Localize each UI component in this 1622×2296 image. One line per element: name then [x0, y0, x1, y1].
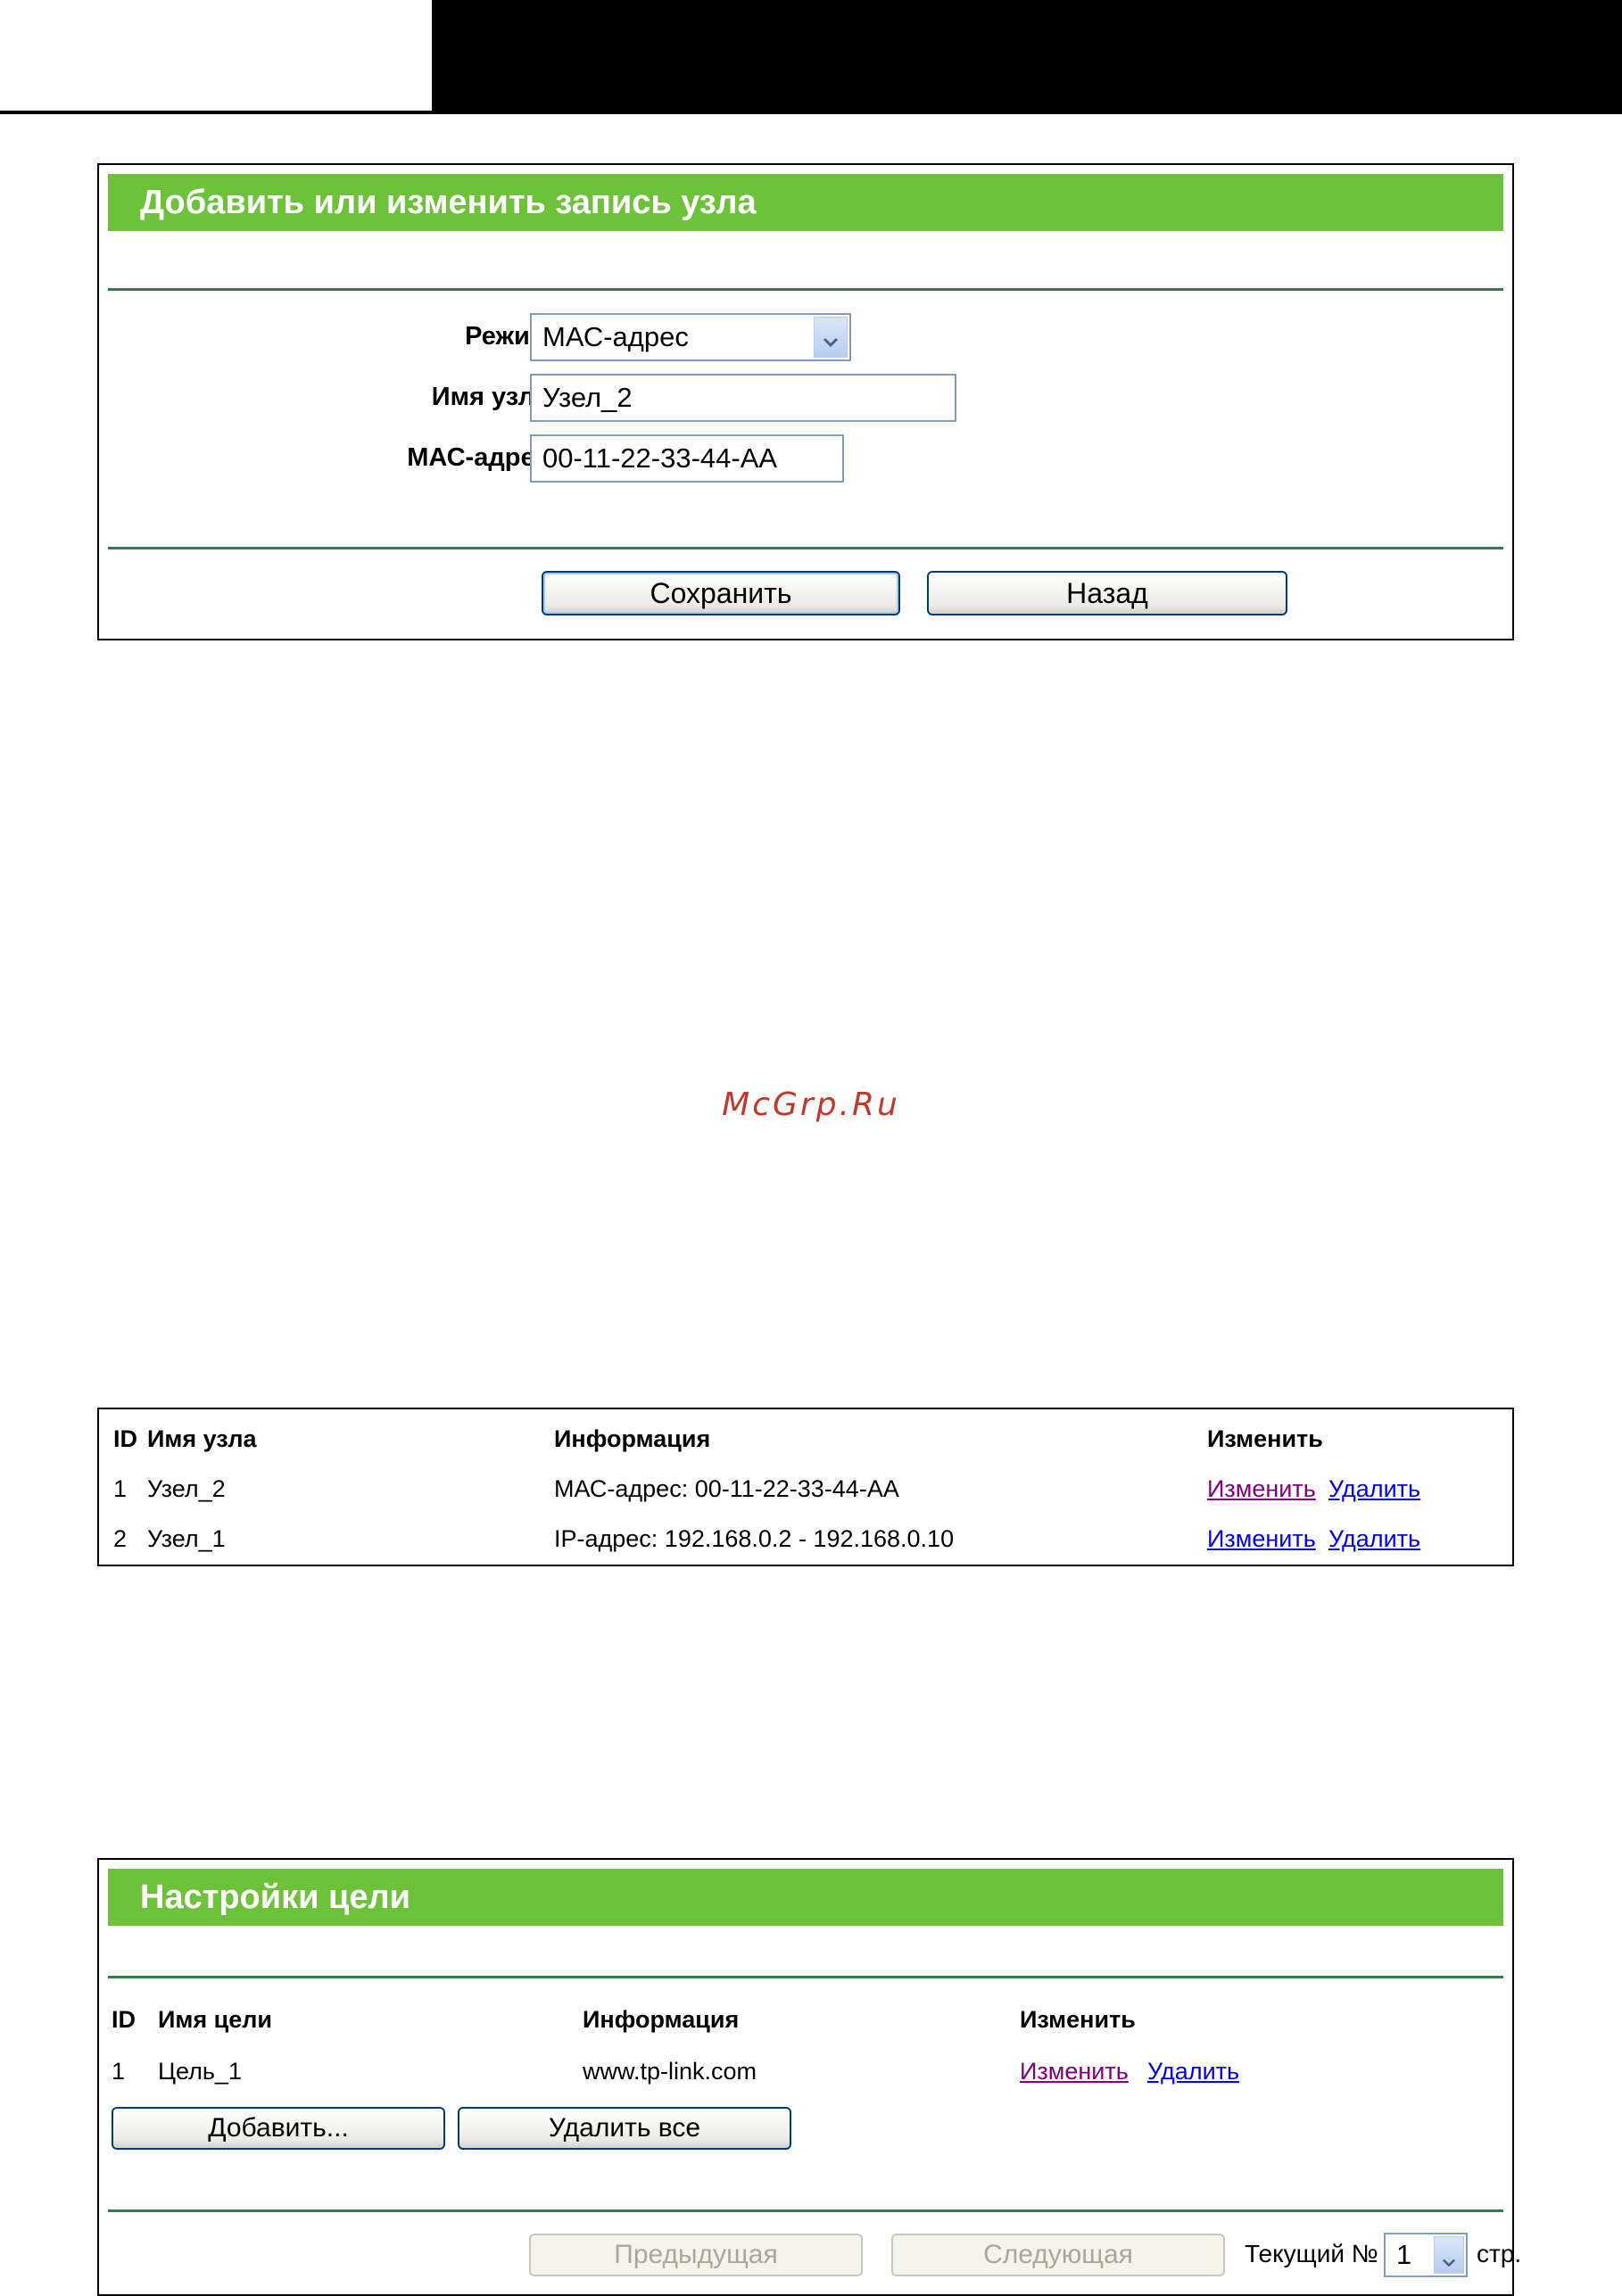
host-name-label: Имя узла: — [431, 383, 558, 411]
mode-select[interactable]: МАС-адрес — [530, 313, 851, 361]
host-entry-panel: Добавить или изменить запись узла Режим:… — [97, 163, 1514, 640]
next-page-button[interactable]: Следующая — [891, 2234, 1225, 2276]
column-header-info: Информация — [583, 2006, 740, 2033]
divider — [108, 288, 1503, 291]
divider — [108, 2209, 1503, 2212]
row-id: 2 — [113, 1525, 128, 1552]
mode-select-value: МАС-адрес — [542, 321, 689, 352]
mac-address-label: МАС-адрес: — [407, 443, 558, 472]
host-name-input[interactable]: Узел_2 — [530, 374, 956, 422]
divider — [108, 547, 1503, 549]
column-header-id: ID — [112, 2006, 136, 2033]
column-header-name: Имя цели — [158, 2006, 272, 2033]
divider — [108, 1976, 1503, 1978]
previous-page-button[interactable]: Предыдущая — [529, 2234, 863, 2276]
delete-link[interactable]: Удалить — [1328, 1525, 1420, 1553]
column-header-modify: Изменить — [1207, 1425, 1323, 1452]
row-info: МАС-адрес: 00-11-22-33-44-АА — [554, 1475, 899, 1502]
save-button[interactable]: Сохранить — [542, 571, 900, 615]
chevron-down-icon[interactable] — [1434, 2236, 1464, 2274]
page-select[interactable]: 1 — [1384, 2233, 1468, 2277]
host-table-panel: ID Имя узла Информация Изменить 1 Узел_2… — [97, 1408, 1514, 1566]
current-page-label: Текущий № — [1245, 2240, 1378, 2267]
add-button[interactable]: Добавить... — [112, 2107, 445, 2150]
page-suffix: стр. — [1477, 2240, 1522, 2267]
row-name: Узел_2 — [147, 1475, 226, 1502]
row-info: www.tp-link.com — [583, 2058, 757, 2085]
row-id: 1 — [112, 2058, 126, 2085]
top-banner — [432, 0, 1622, 114]
delete-link[interactable]: Удалить — [1147, 2058, 1239, 2085]
mode-label: Режим: — [465, 322, 558, 351]
row-info: IP-адрес: 192.168.0.2 - 192.168.0.10 — [554, 1525, 955, 1552]
panel-title: Настройки цели — [108, 1869, 1503, 1926]
column-header-info: Информация — [554, 1425, 711, 1452]
edit-link[interactable]: Изменить — [1207, 1525, 1316, 1553]
row-name: Узел_1 — [147, 1525, 226, 1552]
edit-link[interactable]: Изменить — [1020, 2058, 1129, 2085]
edit-link[interactable]: Изменить — [1207, 1475, 1316, 1503]
target-settings-panel: Настройки цели ID Имя цели Информация Из… — [97, 1858, 1521, 2296]
chevron-down-icon[interactable] — [814, 317, 848, 358]
panel-title: Добавить или изменить запись узла — [108, 174, 1503, 231]
row-id: 1 — [113, 1475, 128, 1502]
back-button[interactable]: Назад — [927, 571, 1287, 615]
mac-address-input[interactable]: 00-11-22-33-44-AA — [530, 434, 844, 483]
watermark: McGrp.Ru — [722, 1086, 900, 1123]
delete-link[interactable]: Удалить — [1328, 1475, 1420, 1503]
column-header-id: ID — [113, 1425, 137, 1452]
row-name: Цель_1 — [158, 2058, 242, 2085]
column-header-name: Имя узла — [147, 1425, 257, 1452]
column-header-modify: Изменить — [1020, 2006, 1136, 2033]
top-banner-tab — [0, 0, 432, 114]
page-select-value: 1 — [1396, 2239, 1412, 2270]
delete-all-button[interactable]: Удалить все — [458, 2107, 791, 2150]
